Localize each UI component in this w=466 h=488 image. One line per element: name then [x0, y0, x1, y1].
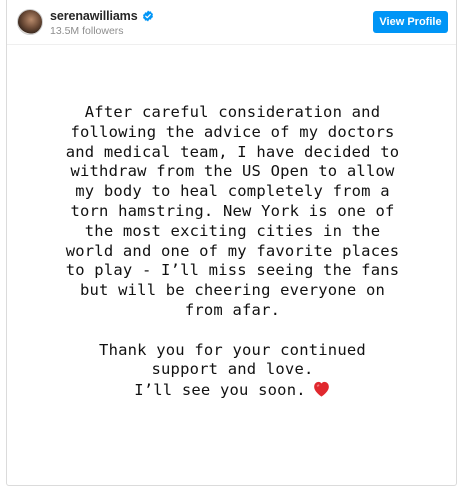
verified-badge-icon: [142, 10, 153, 21]
username[interactable]: serenawilliams: [50, 9, 138, 23]
story-line-text: I’ll see you soon.: [134, 381, 306, 400]
post-header: serenawilliams 13.5M followers View Prof…: [7, 0, 456, 44]
story-line: world and one of my favorite places: [65, 241, 400, 260]
story-line: the most exciting cities in the: [84, 221, 381, 240]
username-row: serenawilliams: [50, 8, 154, 23]
story-line: but will be cheering everyone on: [79, 281, 386, 300]
story-line: from afar.: [184, 300, 281, 319]
follower-count: 13.5M followers: [50, 25, 124, 37]
story-line: my body to heal completely from a: [75, 182, 390, 201]
story-line-last: I’ll see you soon.: [17, 380, 448, 401]
story-line: to play - I’ll miss seeing the fans: [65, 261, 400, 280]
story-line: torn hamstring. New York is one of: [70, 201, 395, 220]
story-line: and medical team, I have decided to: [65, 142, 400, 161]
story-image: After careful consideration and followin…: [7, 44, 456, 485]
red-heart-icon: [313, 382, 329, 397]
user-info: serenawilliams 13.5M followers: [50, 8, 154, 37]
instagram-embed-card: serenawilliams 13.5M followers View Prof…: [6, 0, 457, 486]
story-line: Thank you for your continued: [99, 340, 366, 359]
story-line: support and love.: [151, 360, 314, 379]
story-text: After careful consideration and followin…: [17, 103, 448, 401]
view-profile-button[interactable]: View Profile: [373, 11, 448, 33]
profile-avatar[interactable]: [17, 9, 43, 35]
story-line: After careful consideration and: [84, 103, 381, 121]
story-line: withdraw from the US Open to allow: [70, 162, 395, 181]
story-line: following the advice of my doctors: [70, 122, 395, 141]
